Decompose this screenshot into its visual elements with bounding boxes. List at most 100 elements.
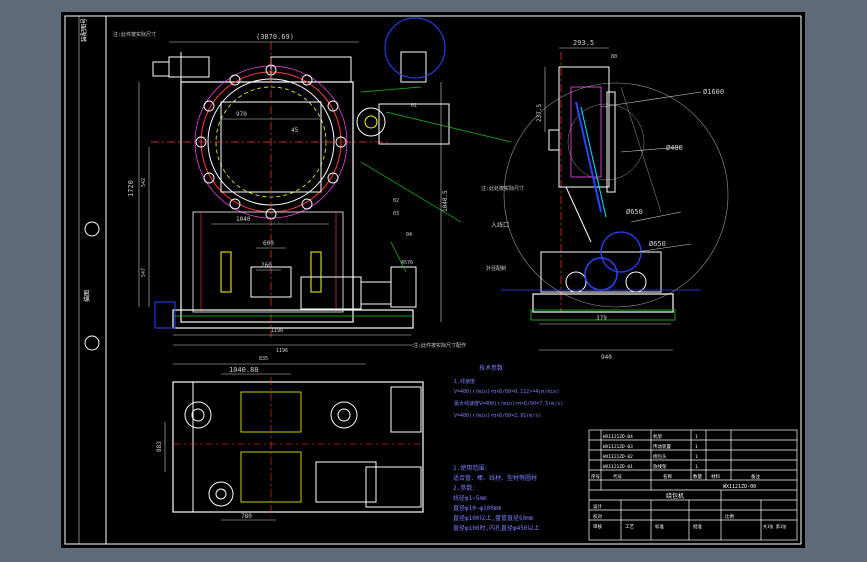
- side-base: [532, 293, 674, 313]
- callout-right-low: 4576: [401, 260, 413, 266]
- dim-base-total: 1196: [276, 348, 288, 354]
- callout-side-note: 外径配制: [486, 265, 506, 272]
- tb-drawing-no: WX1121ZD-00: [723, 484, 756, 490]
- tb-col-4: 数量: [693, 473, 702, 480]
- tb-sign-3: 审核: [593, 523, 602, 530]
- tb-row3-name: 绕包头: [653, 453, 667, 460]
- tag-02: 02: [393, 198, 399, 204]
- tb-row3-qty: 1: [695, 454, 698, 460]
- plan-wheel-1: [184, 401, 212, 429]
- callout-entry: 入线口: [491, 221, 509, 229]
- punch-hole-top: [84, 221, 100, 237]
- dim-top-right-width: 293.5: [573, 39, 594, 47]
- cad-viewer: 装配图号 描图 (3870.69) 1720 542 547 970 45 10…: [0, 0, 867, 562]
- tag-04: 04: [406, 232, 412, 238]
- dim-plan-offset: 835: [259, 356, 268, 362]
- tb-row3-code: WX1121ZD-02: [603, 454, 633, 460]
- tb-row1-code: WX1121ZD-04: [603, 434, 633, 440]
- dim-plan-bottom: 780: [241, 513, 252, 520]
- plan-motor: [365, 466, 422, 508]
- tb-sign-1: 设计: [593, 503, 602, 510]
- plan-view: [164, 363, 424, 521]
- front-swing-arc: [384, 17, 446, 79]
- plan-dimensions: [164, 363, 366, 521]
- front-top-box: [168, 56, 210, 78]
- outer-frame: [64, 15, 802, 545]
- dim-dia-mid: Ø480: [666, 144, 683, 152]
- binding-strip: 装配图号 描图: [78, 16, 107, 544]
- dim-side-height: 237.5: [536, 104, 543, 122]
- side-dimensions: [539, 47, 702, 351]
- tb-row1-qty: 1: [695, 434, 698, 440]
- dim-plan-width: 1040.88: [229, 366, 259, 374]
- req-line-3: 2.参数:: [453, 484, 476, 492]
- front-frame: [180, 81, 354, 323]
- req-line-6: 直径φ100以上,盘管直径50mm: [453, 514, 534, 522]
- tb-row4-code: WX1121ZD-01: [603, 464, 633, 470]
- callout-top-left: 注:此件按实际尺寸: [113, 31, 156, 38]
- tb-row4-name: 放线架: [653, 463, 667, 470]
- tb-sign-5: 标准: [655, 523, 664, 530]
- tb-sign-6: 批准: [693, 523, 702, 530]
- dim-ring-inner: 970: [236, 111, 247, 118]
- dim-height-lower: 547: [141, 268, 147, 277]
- callout-bottom-right: 注:此件按实际尺寸配作: [413, 342, 466, 349]
- title-block-text: WX1121ZD-04 机架 1 WX1121ZD-03 传动装置 1 WX11…: [591, 433, 786, 530]
- dim-overall-width: (3870.69): [256, 33, 294, 41]
- dim-top-right-small: 80: [611, 54, 617, 60]
- tb-row1-name: 机架: [653, 433, 662, 440]
- dim-dia-r1: Ø650: [626, 208, 643, 216]
- tb-row4-qty: 1: [695, 464, 698, 470]
- tb-sheet-label: 共1张 第1张: [763, 523, 786, 529]
- drawing-sheet: 装配图号 描图 (3870.69) 1720 542 547 970 45 10…: [61, 12, 805, 548]
- req-line-7: 直径φ100时,内孔直径φ450以上: [453, 524, 540, 532]
- callout-side-mid: 注:此处按实际尺寸: [481, 185, 524, 192]
- req-line-2: 适合管、棒、线材、型材等圆材: [453, 474, 537, 482]
- cad-drawing: 装配图号 描图 (3870.69) 1720 542 547 970 45 10…: [64, 15, 802, 545]
- punch-hole-bottom: [84, 335, 100, 351]
- dim-side-total: 940: [601, 354, 612, 361]
- strip-label-mid: 描图: [83, 290, 91, 302]
- tb-row2-qty: 1: [695, 444, 698, 450]
- dim-base-width: 1198: [271, 328, 283, 334]
- req-line-5: 直径φ10~φ100mm: [453, 504, 502, 512]
- side-arm: [575, 101, 602, 213]
- front-motor: [300, 276, 362, 310]
- tb-row2-name: 传动装置: [653, 443, 671, 450]
- dim-motor-span: 600: [263, 240, 274, 247]
- dim-height-right: 1040.5: [442, 190, 449, 212]
- front-base: [172, 309, 414, 329]
- tech-param-3: 最大线速度V=400(r/min)×π×D/60=7.5(m/s): [454, 400, 563, 407]
- dim-height-main: 1720: [127, 180, 135, 197]
- tb-sign-2: 校对: [593, 513, 602, 520]
- dim-height-mid: 542: [141, 178, 147, 187]
- front-pulley: [356, 107, 386, 137]
- tech-param-2: V=400(r/min)×π×D/60=0.112×=4(m/min): [454, 389, 559, 395]
- dim-lower-span: 1040: [236, 216, 251, 223]
- tech-param-1: 1.线速度: [454, 378, 475, 385]
- technical-notes: 技术参数 1.线速度 V=400(r/min)×π×D/60=0.112×=4(…: [453, 364, 563, 532]
- plan-wheel-2: [330, 401, 358, 429]
- tb-scale-label: 比例: [725, 513, 734, 520]
- tb-row2-code: WX1121ZD-03: [603, 444, 633, 450]
- tb-col-5: 材料: [711, 473, 720, 480]
- dim-side-base: 379: [596, 315, 607, 322]
- tb-col-6: 备注: [751, 473, 760, 480]
- tb-sign-4: 工艺: [625, 524, 634, 530]
- tech-param-4: V=400(r/min)×π×D/60=2.91(m/s): [454, 413, 541, 419]
- tb-col-1: 序号: [591, 473, 600, 480]
- req-line-1: 1.使用范围:: [453, 464, 488, 472]
- side-view: [501, 47, 729, 351]
- tb-col-3: 名称: [663, 473, 672, 480]
- dim-dia-r2: Ø650: [649, 240, 666, 248]
- tag-01: 01: [411, 103, 417, 109]
- plan-frame: [172, 381, 424, 513]
- tag-03: 03: [393, 211, 399, 217]
- plan-wheel-3: [208, 481, 234, 507]
- front-view: [138, 17, 512, 346]
- strip-label-top: 装配图号: [80, 18, 88, 42]
- tb-drawing-name: 绕包机: [666, 492, 684, 500]
- dim-plan-height: 883: [156, 441, 163, 452]
- tech-title: 技术参数: [479, 364, 503, 372]
- dim-center-small: 260: [261, 262, 272, 269]
